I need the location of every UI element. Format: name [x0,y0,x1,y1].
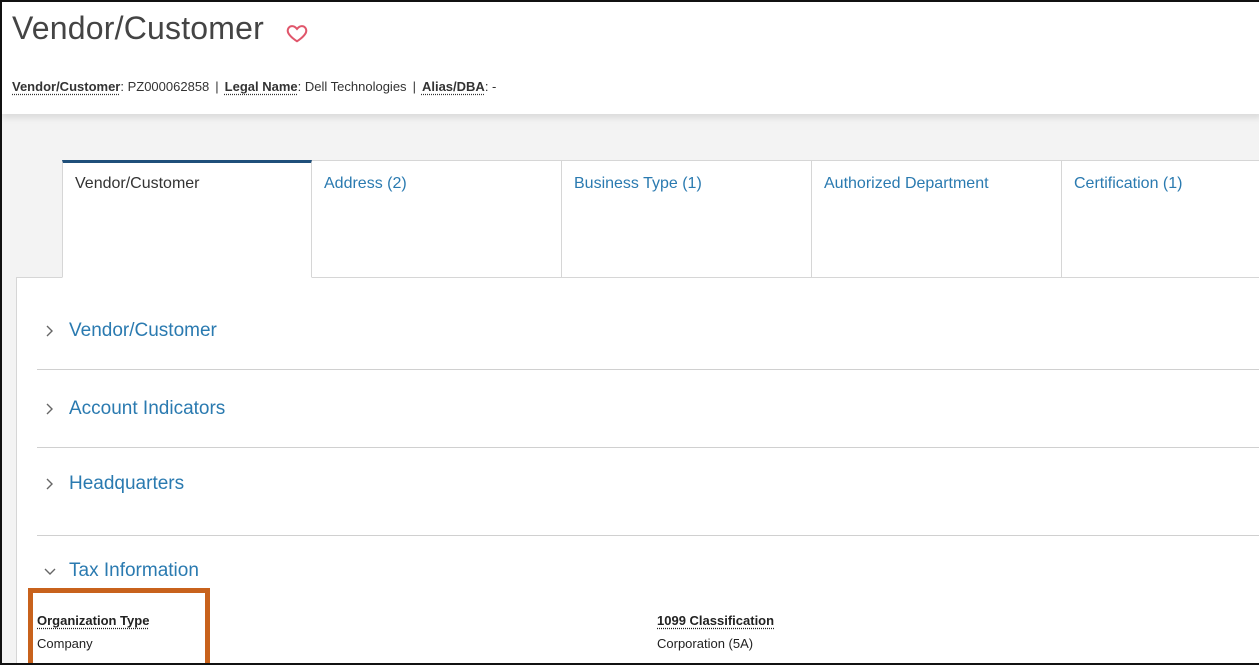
section-headquarters: Headquarters [37,448,1259,536]
chevron-right-icon [46,403,53,415]
classification-1099-label: 1099 Classification [657,613,775,628]
section-account-indicators: Account Indicators [37,370,1259,448]
section-title: Vendor/Customer [69,320,217,341]
section-header-vendor-customer[interactable]: Vendor/Customer [43,320,217,342]
tab-vendor-customer[interactable]: Vendor/Customer [62,160,312,278]
tab-address[interactable]: Address (2) [312,160,562,278]
chevron-right-icon [46,325,53,337]
chevron-right-icon [46,478,53,490]
chevron-down-icon [44,568,56,575]
separator: | [412,79,416,94]
section-header-account-indicators[interactable]: Account Indicators [43,398,225,420]
tab-authorized-department[interactable]: Authorized Department [812,160,1062,278]
tab-bar: Vendor/Customer Address (2) Business Typ… [62,160,1259,278]
section-title: Headquarters [69,473,185,494]
section-vendor-customer: Vendor/Customer [37,278,1259,370]
section-title: Account Indicators [69,398,226,419]
alias-value: - [492,79,497,94]
vendor-id-label: Vendor/Customer [12,79,121,94]
highlight-box [28,588,210,663]
tab-business-type[interactable]: Business Type (1) [562,160,812,278]
classification-1099-value: Corporation (5A) [657,636,754,651]
alias-label: Alias/DBA [421,79,485,94]
page-title: Vendor/Customer [12,10,265,46]
vendor-id-value: PZ000062858 [127,79,210,94]
record-summary: Vendor/Customer: PZ000062858 | Legal Name:… [12,79,497,94]
section-header-headquarters[interactable]: Headquarters [43,473,184,495]
heart-outline-icon[interactable] [286,22,308,44]
tab-certification[interactable]: Certification (1) [1062,160,1259,278]
separator: | [215,79,219,94]
page-header: Vendor/Customer Vendor/Customer: PZ00006… [2,2,1259,114]
app-window: Vendor/Customer Vendor/Customer: PZ00006… [0,0,1259,665]
legal-name-label: Legal Name [224,79,298,94]
section-title: Tax Information [69,560,199,581]
legal-name-value: Dell Technologies [304,79,407,94]
section-header-tax-information[interactable]: Tax Information [43,560,199,582]
